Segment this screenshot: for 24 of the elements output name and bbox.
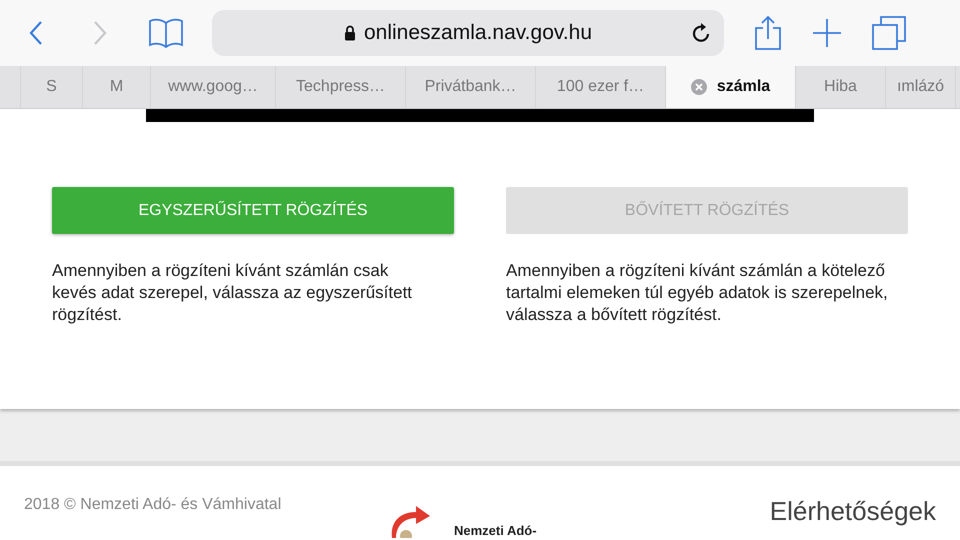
browser-tab[interactable]: Privátbank… bbox=[406, 66, 536, 108]
option-description: Amennyiben a rögzíteni kívánt számlán a kötelező tartalmi elemeken túl egyéb adatok is szerepelnek, válassza a bővített rögzítést. bbox=[506, 260, 889, 326]
lock-icon bbox=[344, 25, 356, 41]
browser-tab[interactable]: Hiba bbox=[796, 66, 886, 108]
contact-link[interactable]: Elérhetőségek bbox=[770, 496, 936, 540]
option-button[interactable]: EGYSZERŰSÍTETT RÖGZÍTÉS bbox=[52, 187, 454, 234]
address-bar[interactable]: onlineszamla.nav.gov.hu bbox=[212, 10, 724, 56]
copyright-text: 2018 © Nemzeti Adó- és Vámhivatal bbox=[24, 496, 282, 515]
share-icon[interactable] bbox=[754, 15, 782, 51]
logo-text: Nemzeti Adó- bbox=[454, 523, 537, 538]
back-icon[interactable] bbox=[28, 20, 44, 46]
browser-tab[interactable]: ımlázó bbox=[886, 66, 956, 108]
browser-tab[interactable]: M bbox=[83, 66, 151, 108]
browser-tab[interactable]: Techpress… bbox=[276, 66, 406, 108]
plus-icon[interactable] bbox=[812, 18, 842, 48]
close-icon[interactable] bbox=[690, 79, 707, 95]
reload-icon[interactable] bbox=[692, 22, 712, 44]
browser-tab[interactable]: www.goog… bbox=[151, 66, 276, 108]
tabs-icon[interactable] bbox=[872, 16, 906, 50]
book-icon[interactable] bbox=[148, 17, 184, 49]
browser-tab[interactable]: számla bbox=[666, 66, 796, 108]
browser-tab[interactable]: S bbox=[21, 66, 83, 108]
url-text: onlineszamla.nav.gov.hu bbox=[364, 21, 592, 45]
option-description: Amennyiben a rögzíteni kívánt számlán csak kevés adat szerepel, válassza az egyszerűsített rögzítést. bbox=[52, 260, 414, 326]
